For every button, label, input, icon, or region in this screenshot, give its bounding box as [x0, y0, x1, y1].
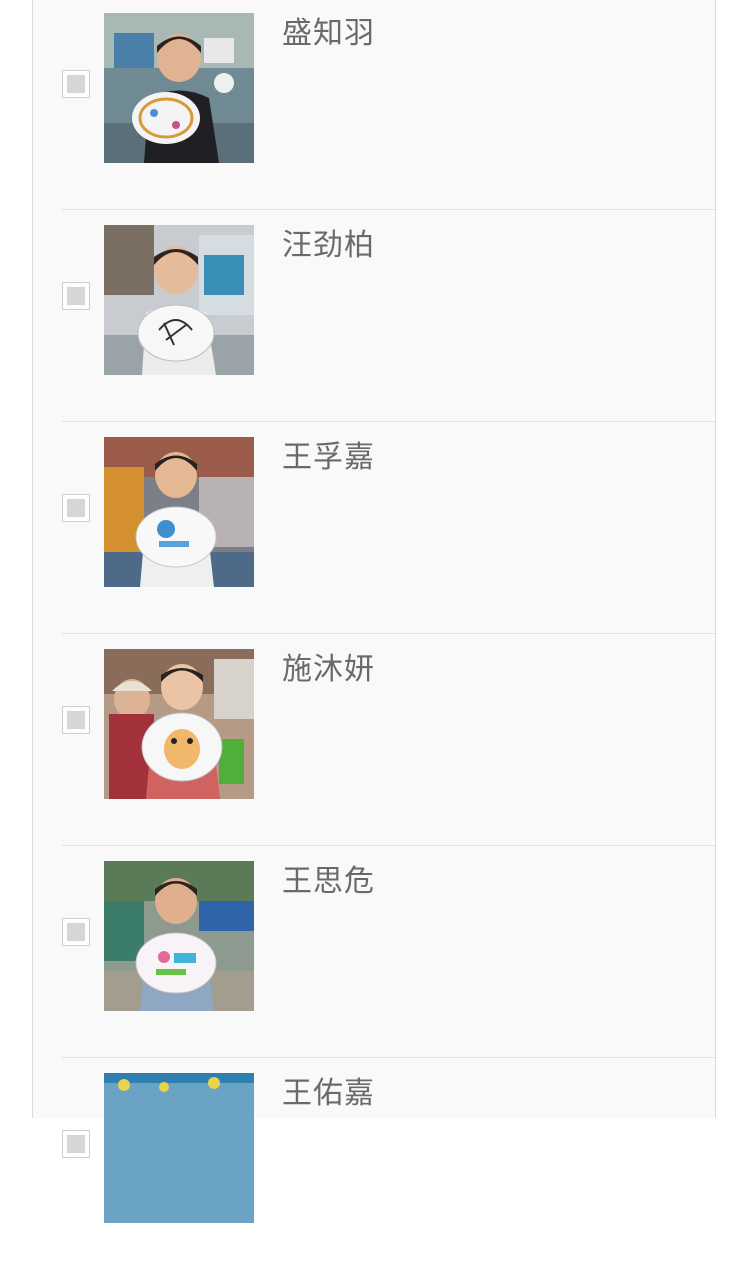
list-item: 王孚嘉 [33, 422, 717, 634]
list-item: 施沐妍 [33, 634, 717, 846]
candidate-list: 盛知羽 汪劲柏 王孚嘉 施沐妍 王思危 王佑嘉 [32, 0, 717, 1223]
child-name: 汪劲柏 [282, 228, 375, 263]
child-name: 王佑嘉 [282, 1076, 375, 1111]
select-checkbox[interactable] [62, 918, 90, 946]
child-name: 盛知羽 [282, 16, 375, 51]
child-name: 施沐妍 [282, 652, 375, 687]
list-item: 盛知羽 [33, 0, 717, 210]
list-item: 王思危 [33, 846, 717, 1058]
select-checkbox[interactable] [62, 706, 90, 734]
select-checkbox[interactable] [62, 1130, 90, 1158]
entry-photo[interactable] [104, 437, 254, 587]
child-name: 王思危 [282, 864, 375, 899]
select-checkbox[interactable] [62, 494, 90, 522]
entry-photo[interactable] [104, 861, 254, 1011]
entry-photo[interactable] [104, 225, 254, 375]
child-name: 王孚嘉 [282, 440, 375, 475]
select-checkbox[interactable] [62, 282, 90, 310]
list-item: 王佑嘉 [33, 1058, 717, 1270]
entry-photo[interactable] [104, 649, 254, 799]
select-checkbox[interactable] [62, 70, 90, 98]
list-item: 汪劲柏 [33, 210, 717, 422]
entry-photo[interactable] [104, 13, 254, 163]
